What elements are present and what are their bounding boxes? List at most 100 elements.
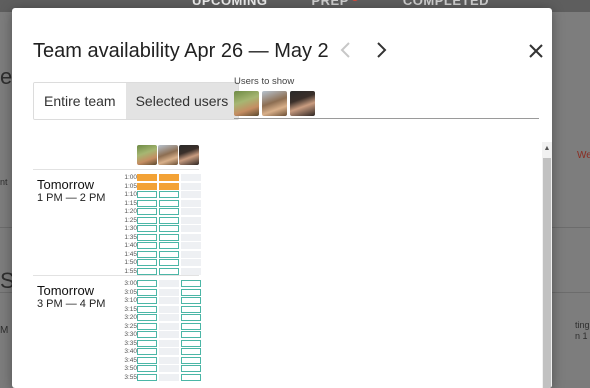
unavailable-slot-cell	[159, 280, 179, 287]
time-slot-label: 1:15	[124, 199, 137, 207]
bg-text-fragment: M	[0, 325, 9, 336]
free-slot-cell[interactable]	[159, 199, 179, 207]
time-slot-label: 3:00	[124, 280, 137, 287]
free-slot-cell[interactable]	[137, 373, 157, 381]
free-slot-cell[interactable]	[137, 339, 157, 347]
group-time-range: 3 PM — 4 PM	[37, 298, 106, 310]
time-slot-label: 3:05	[124, 288, 137, 296]
time-slot-label: 1:10	[124, 191, 137, 198]
free-slot-cell[interactable]	[181, 373, 201, 381]
free-slot-cell[interactable]	[181, 288, 201, 296]
time-slot-group: Tomorrow 1 PM — 2 PM 1:00 1:05 1:10 1:15 1:20 1…	[33, 169, 213, 279]
time-slot-label: 1:30	[124, 225, 137, 232]
dialog-title: Team availability Apr 26 — May 2	[33, 40, 329, 62]
free-slot-cell[interactable]	[137, 322, 157, 330]
free-slot-cell[interactable]	[137, 225, 157, 232]
unavailable-slot-cell	[181, 259, 201, 266]
free-slot-cell[interactable]	[181, 305, 201, 313]
avatar	[137, 145, 157, 165]
free-slot-cell[interactable]	[137, 242, 157, 249]
bg-text-fragment: We	[577, 150, 590, 161]
free-slot-cell[interactable]	[181, 331, 201, 338]
free-slot-cell[interactable]	[137, 267, 157, 275]
free-slot-cell[interactable]	[181, 348, 201, 355]
free-slot-cell[interactable]	[137, 314, 157, 321]
free-slot-cell[interactable]	[137, 297, 157, 304]
free-slot-cell[interactable]	[137, 288, 157, 296]
free-slot-cell[interactable]	[137, 259, 157, 266]
unavailable-slot-cell	[181, 216, 201, 224]
free-slot-cell[interactable]	[137, 199, 157, 207]
entire-team-button[interactable]: Entire team	[34, 83, 126, 119]
free-slot-cell[interactable]	[137, 305, 157, 313]
free-slot-cell[interactable]	[159, 225, 179, 232]
free-slot-cell[interactable]	[181, 356, 201, 364]
free-slot-cell[interactable]	[159, 242, 179, 249]
time-slot-label: 1:00	[124, 174, 137, 181]
free-slot-cell[interactable]	[159, 267, 179, 275]
availability-schedule: Tomorrow 1 PM — 2 PM 1:00 1:05 1:10 1:15 1:20 1…	[33, 134, 543, 388]
time-slot-label: 3:35	[124, 339, 137, 347]
bg-text-fragment: nt	[0, 177, 8, 187]
unavailable-slot-cell	[181, 233, 201, 241]
time-slot-label: 3:15	[124, 305, 137, 313]
unavailable-slot-cell	[159, 373, 179, 381]
unavailable-slot-cell	[181, 225, 201, 232]
time-slot-label: 3:30	[124, 331, 137, 338]
free-slot-cell[interactable]	[137, 250, 157, 258]
free-slot-cell[interactable]	[181, 365, 201, 372]
free-slot-cell[interactable]	[159, 250, 179, 258]
free-slot-cell[interactable]	[181, 297, 201, 304]
unavailable-slot-cell	[181, 182, 201, 190]
chevron-left-icon[interactable]	[335, 39, 357, 61]
schedule-scrollbar[interactable]: ▲	[542, 142, 552, 388]
group-divider	[33, 169, 199, 170]
unavailable-slot-cell	[159, 314, 179, 321]
free-slot-cell[interactable]	[181, 339, 201, 347]
unavailable-slot-cell	[159, 356, 179, 364]
avatar[interactable]	[290, 91, 315, 116]
avatar	[158, 145, 178, 165]
unavailable-slot-cell	[159, 288, 179, 296]
close-icon[interactable]	[526, 41, 546, 61]
scrollbar-thumb[interactable]	[543, 158, 551, 388]
free-slot-cell[interactable]	[181, 314, 201, 321]
free-slot-cell[interactable]	[159, 216, 179, 224]
free-slot-cell[interactable]	[137, 356, 157, 364]
free-slot-cell[interactable]	[181, 280, 201, 287]
unavailable-slot-cell	[159, 348, 179, 355]
time-slot-label: 3:25	[124, 322, 137, 330]
time-slot-label: 3:45	[124, 356, 137, 364]
unavailable-slot-cell	[159, 331, 179, 338]
users-to-show-field[interactable]	[234, 91, 315, 116]
time-slot-label: 3:50	[124, 365, 137, 372]
team-scope-toggle: Entire team Selected users	[33, 82, 240, 120]
free-slot-cell[interactable]	[159, 191, 179, 198]
time-slot-label: 1:45	[124, 250, 137, 258]
selected-users-button[interactable]: Selected users	[125, 83, 239, 119]
scroll-up-icon[interactable]: ▲	[543, 145, 551, 153]
busy-slot-cell	[159, 174, 179, 181]
unavailable-slot-cell	[181, 199, 201, 207]
free-slot-cell[interactable]	[137, 331, 157, 338]
free-slot-cell[interactable]	[137, 233, 157, 241]
unavailable-slot-cell	[181, 267, 201, 275]
free-slot-cell[interactable]	[137, 216, 157, 224]
free-slot-cell[interactable]	[137, 280, 157, 287]
notification-badge	[350, 0, 359, 1]
free-slot-cell[interactable]	[159, 233, 179, 241]
avatar[interactable]	[234, 91, 259, 116]
bg-text-line: n 1	[575, 331, 588, 341]
time-slot-label: 1:40	[124, 242, 137, 249]
bg-heading-fragment: e	[0, 64, 13, 89]
free-slot-cell[interactable]	[137, 191, 157, 198]
avatar[interactable]	[262, 91, 287, 116]
free-slot-cell[interactable]	[181, 322, 201, 330]
free-slot-cell[interactable]	[137, 365, 157, 372]
free-slot-cell[interactable]	[159, 208, 179, 215]
chevron-right-icon[interactable]	[370, 39, 392, 61]
group-day-label: Tomorrow	[37, 283, 95, 298]
free-slot-cell[interactable]	[159, 259, 179, 266]
free-slot-cell[interactable]	[137, 208, 157, 215]
free-slot-cell[interactable]	[137, 348, 157, 355]
